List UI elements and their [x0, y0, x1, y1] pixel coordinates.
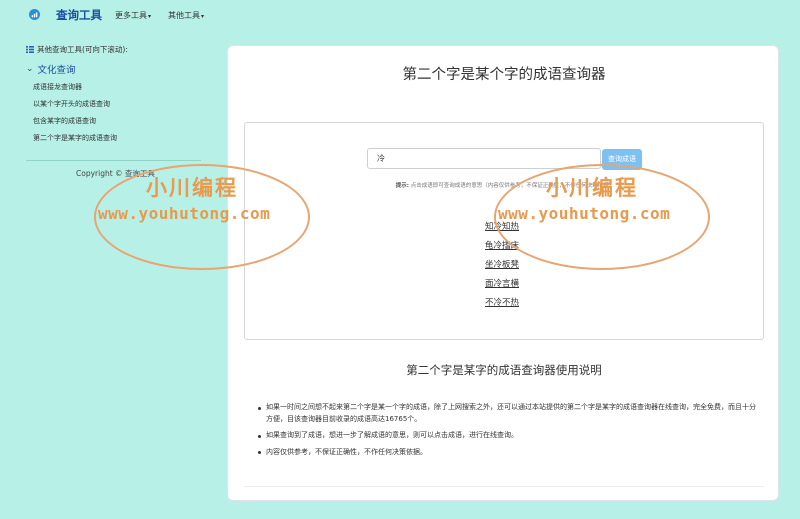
result-link[interactable]: 面冷言横	[485, 275, 519, 294]
more-tools-menu[interactable]: 更多工具▾	[115, 10, 151, 21]
usage-list: 如果一时间之间想不起来第二个字是某一个字的成语，除了上网搜索之外，还可以通过本站…	[258, 402, 762, 463]
usage-title: 第二个字是某字的成语查询器使用说明	[406, 363, 602, 377]
sidebar-hint-text: 其他查询工具(可向下滚动):	[37, 45, 128, 54]
sidebar: 其他查询工具(可向下滚动): ⌄ 文化查询 成语接龙查询器 以某个字开头的成语查…	[26, 44, 216, 147]
caret-down-icon: ▾	[148, 13, 152, 20]
watermark-url: www.youhutong.com	[498, 204, 671, 223]
watermark-url: www.youhutong.com	[98, 204, 271, 223]
panel-divider	[244, 486, 764, 487]
more-tools-label: 更多工具	[115, 11, 147, 20]
sidebar-group-culture[interactable]: ⌄ 文化查询	[26, 62, 216, 76]
brand-link[interactable]: 查询工具	[56, 7, 102, 23]
page-title: 第二个字是某个字的成语查询器	[402, 67, 606, 83]
top-navbar: 查询工具 更多工具▾ 其他工具▾	[0, 0, 800, 30]
sidebar-links: 成语接龙查询器 以某个字开头的成语查询 包含某字的成语查询 第二个字是某字的成语…	[33, 79, 216, 147]
main-panel: 第二个字是某个字的成语查询器 冷 查询成语 提示: 点击成语即可查询成语的意思（…	[227, 45, 779, 501]
usage-item: 如果一时间之间想不起来第二个字是某一个字的成语，除了上网搜索之外，还可以通过本站…	[258, 402, 762, 425]
logo-icon[interactable]	[29, 9, 40, 20]
caret-down-icon: ▾	[201, 13, 205, 20]
chevron-down-icon: ⌄	[26, 64, 34, 74]
other-tools-menu[interactable]: 其他工具▾	[168, 10, 204, 21]
sidebar-item-second-char[interactable]: 第二个字是某字的成语查询	[33, 130, 216, 147]
sidebar-group-label: 文化查询	[37, 65, 76, 76]
other-tools-label: 其他工具	[168, 11, 200, 20]
sidebar-item-starts-with[interactable]: 以某个字开头的成语查询	[33, 96, 216, 113]
tip-label: 提示:	[395, 183, 409, 189]
sidebar-item-contains[interactable]: 包含某字的成语查询	[33, 113, 216, 130]
sidebar-item-idiom-chain[interactable]: 成语接龙查询器	[33, 79, 216, 96]
sidebar-hint: 其他查询工具(可向下滚动):	[26, 44, 216, 55]
list-icon	[26, 46, 34, 53]
result-link[interactable]: 坐冷板凳	[485, 256, 519, 275]
usage-item: 内容仅供参考，不保证正确性，不作任何决策依据。	[258, 447, 762, 459]
watermark-title: 小川编程	[546, 175, 638, 200]
watermark-title: 小川编程	[146, 175, 238, 200]
sidebar-divider	[26, 160, 201, 161]
search-input[interactable]: 冷	[367, 148, 601, 169]
usage-item: 如果查询到了成语，想进一步了解成语的意思，则可以点击成语，进行在线查询。	[258, 430, 762, 442]
result-link[interactable]: 不冷不热	[485, 294, 519, 313]
